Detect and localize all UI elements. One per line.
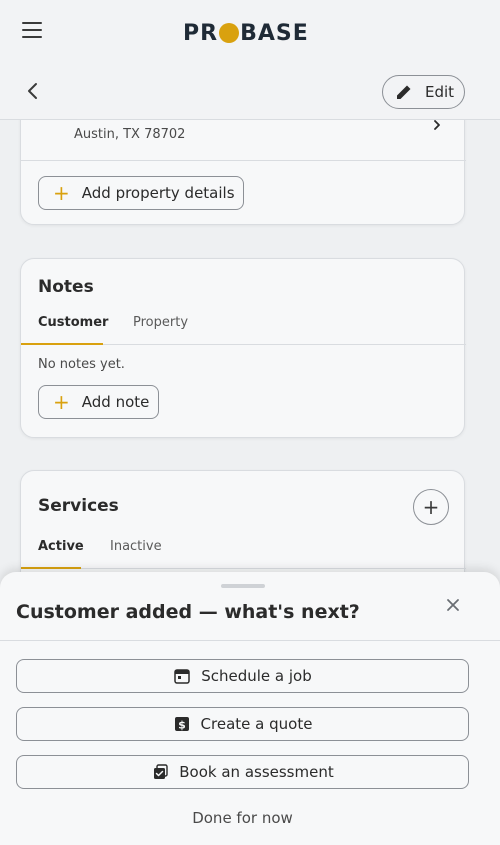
chevron-left-icon [28, 83, 37, 99]
create-quote-button[interactable]: $ Create a quote [16, 707, 469, 741]
dollar-document-icon: $ [174, 717, 189, 732]
chevron-right-icon [434, 120, 440, 130]
page-header: Edit [0, 64, 500, 120]
tab-customer[interactable]: Customer [21, 315, 108, 345]
close-icon[interactable] [444, 596, 462, 614]
sheet-divider [0, 640, 500, 641]
edit-label: Edit [425, 83, 455, 101]
tab-property[interactable]: Property [133, 315, 213, 345]
next-steps-bottom-sheet: Customer added — what's next? Schedule a… [0, 572, 500, 845]
sheet-drag-handle[interactable] [221, 584, 265, 588]
services-tabs: Active Inactive [21, 539, 466, 569]
book-assessment-button[interactable]: Book an assessment [16, 755, 469, 789]
add-service-button[interactable]: + [413, 489, 449, 525]
address-city-state-zip: Austin, TX 78702 [74, 127, 186, 142]
calendar-icon [174, 669, 190, 684]
clipboard-check-icon [154, 764, 168, 779]
pencil-icon [397, 85, 411, 99]
notes-card: Notes Customer Property No notes yet. + … [20, 258, 466, 438]
notes-title: Notes [38, 277, 94, 297]
probase-logo: PR BASE [183, 21, 309, 46]
add-property-details-label: Add property details [81, 184, 235, 202]
services-title: Services [38, 496, 119, 516]
notes-empty-text: No notes yet. [38, 357, 125, 372]
schedule-job-button[interactable]: Schedule a job [16, 659, 469, 693]
schedule-job-label: Schedule a job [201, 667, 312, 685]
book-assessment-label: Book an assessment [179, 763, 334, 781]
plus-icon: + [422, 495, 440, 519]
sheet-title: Customer added — what's next? [16, 601, 360, 623]
edit-button[interactable]: Edit [382, 75, 465, 109]
tab-active[interactable]: Active [21, 539, 84, 569]
create-quote-label: Create a quote [200, 715, 313, 733]
notes-tabs: Customer Property [21, 315, 466, 345]
add-note-label: Add note [81, 393, 150, 411]
add-property-details-button[interactable]: + Add property details [38, 176, 244, 210]
plus-icon: + [53, 390, 70, 414]
hamburger-menu-icon[interactable] [22, 22, 42, 40]
add-note-button[interactable]: + Add note [38, 385, 159, 419]
svg-text:$: $ [178, 719, 186, 732]
plus-icon: + [53, 181, 70, 205]
top-app-bar: PR BASE [0, 0, 500, 64]
tab-inactive[interactable]: Inactive [110, 539, 180, 569]
back-button[interactable] [22, 80, 44, 102]
done-for-now-button[interactable]: Done for now [0, 809, 485, 827]
